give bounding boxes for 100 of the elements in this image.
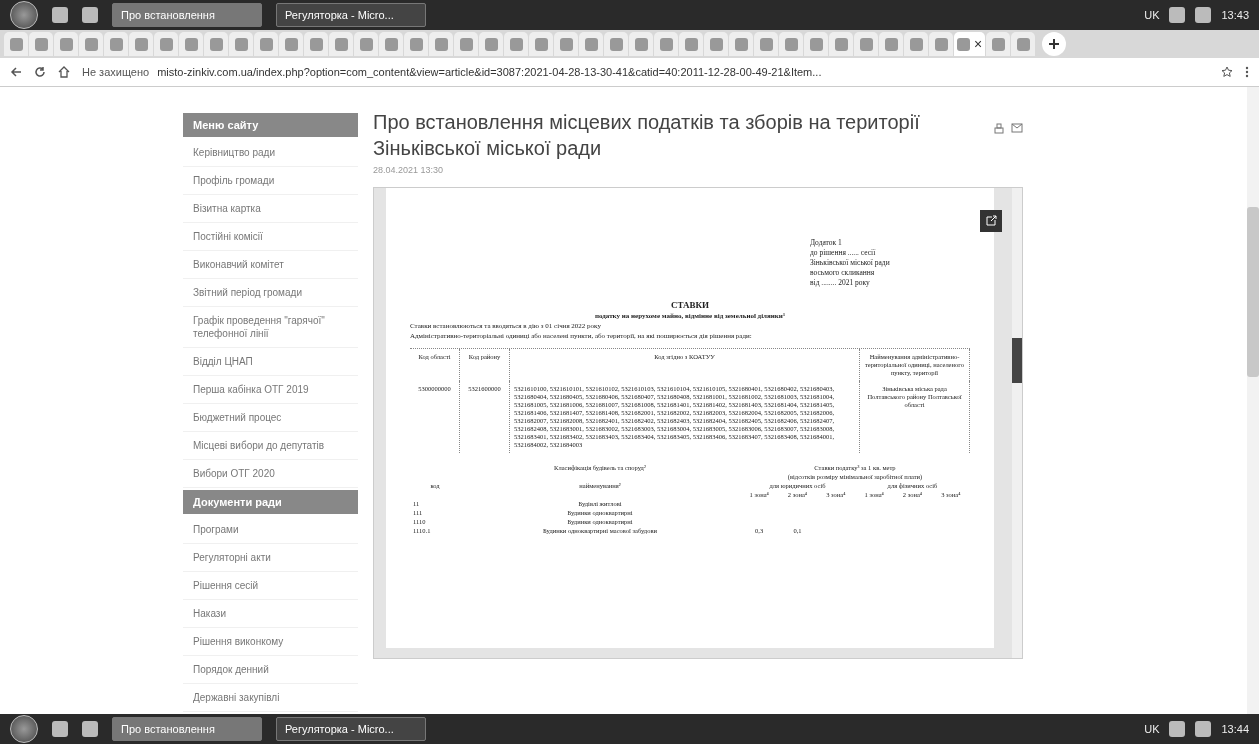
- star-icon[interactable]: [1221, 66, 1233, 78]
- sidebar-link[interactable]: Місцеві вибори до депутатів: [183, 432, 358, 460]
- favicon-icon: [684, 37, 698, 51]
- browser-tab[interactable]: [79, 32, 103, 56]
- browser-tab[interactable]: [829, 32, 853, 56]
- sidebar-link[interactable]: Профіль громади: [183, 167, 358, 195]
- browser-tab[interactable]: [104, 32, 128, 56]
- back-icon[interactable]: [10, 66, 22, 78]
- language-indicator[interactable]: UK: [1144, 9, 1160, 21]
- page-scrollbar[interactable]: [1247, 87, 1259, 714]
- browser-tab[interactable]: [754, 32, 778, 56]
- sidebar-link[interactable]: Накази: [183, 600, 358, 628]
- document-heading: СТАВКИ: [669, 300, 711, 310]
- reload-icon[interactable]: [34, 66, 46, 78]
- favicon-icon: [759, 37, 773, 51]
- tray-icon[interactable]: [1169, 721, 1186, 737]
- sidebar-link[interactable]: Перша кабінка ОТГ 2019: [183, 376, 358, 404]
- taskbar-window-button[interactable]: Регуляторка - Micro...: [276, 717, 426, 741]
- sidebar-link[interactable]: Візитна картка: [183, 195, 358, 223]
- clock[interactable]: 13:43: [1221, 9, 1249, 21]
- sidebar-link[interactable]: Бюджетний процес: [183, 404, 358, 432]
- taskbar-window-button[interactable]: Регуляторка - Micro...: [276, 3, 426, 27]
- expand-icon[interactable]: [980, 210, 1002, 232]
- browser-tab[interactable]: [304, 32, 328, 56]
- browser-tab[interactable]: [454, 32, 478, 56]
- browser-tab[interactable]: [1011, 32, 1036, 56]
- favicon-icon: [809, 37, 823, 51]
- browser-tab[interactable]: [654, 32, 678, 56]
- browser-tab[interactable]: [429, 32, 453, 56]
- browser-tab[interactable]: [704, 32, 728, 56]
- sidebar-link[interactable]: Державні закупівлі: [183, 684, 358, 712]
- browser-tab[interactable]: [179, 32, 203, 56]
- browser-tab[interactable]: [729, 32, 753, 56]
- browser-tab[interactable]: [404, 32, 428, 56]
- print-icon[interactable]: [993, 123, 1005, 135]
- start-button[interactable]: [10, 715, 38, 743]
- browser-tab[interactable]: [986, 32, 1011, 56]
- tray-icon[interactable]: [1195, 721, 1212, 737]
- favicon-icon: [9, 37, 23, 51]
- browser-tab[interactable]: [229, 32, 253, 56]
- browser-tab[interactable]: [54, 32, 78, 56]
- sidebar-link[interactable]: Вибори ОТГ 2020: [183, 460, 358, 488]
- menu-icon[interactable]: [1245, 66, 1249, 78]
- sidebar-link[interactable]: Відділ ЦНАП: [183, 348, 358, 376]
- browser-tab[interactable]: [554, 32, 578, 56]
- browser-tab[interactable]: [254, 32, 278, 56]
- browser-tab[interactable]: [479, 32, 503, 56]
- favicon-icon: [784, 37, 798, 51]
- browser-tab[interactable]: [354, 32, 378, 56]
- home-icon[interactable]: [58, 66, 70, 78]
- taskbar-window-button[interactable]: Про встановлення: [112, 717, 262, 741]
- sidebar-link[interactable]: Виконавчий комітет: [183, 251, 358, 279]
- language-indicator[interactable]: UK: [1144, 723, 1160, 735]
- sidebar-link[interactable]: Звітний період громади: [183, 279, 358, 307]
- close-icon[interactable]: ×: [974, 36, 983, 52]
- browser-tab[interactable]: [629, 32, 653, 56]
- browser-tab[interactable]: [529, 32, 553, 56]
- favicon-icon: [934, 37, 948, 51]
- scrollbar[interactable]: [1012, 188, 1022, 658]
- clock[interactable]: 13:44: [1221, 723, 1249, 735]
- browser-tab[interactable]: [204, 32, 228, 56]
- sidebar-link[interactable]: Рішення сесій: [183, 572, 358, 600]
- favicon-icon: [584, 37, 598, 51]
- sidebar-link[interactable]: Програми: [183, 516, 358, 544]
- email-icon[interactable]: [1011, 123, 1023, 135]
- sidebar-link[interactable]: Рішення виконкому: [183, 628, 358, 656]
- security-indicator[interactable]: Не захищено: [82, 66, 150, 78]
- new-tab-button[interactable]: [1042, 32, 1067, 56]
- browser-tab[interactable]: [854, 32, 878, 56]
- browser-tab[interactable]: [154, 32, 178, 56]
- browser-tab[interactable]: [904, 32, 928, 56]
- browser-tab[interactable]: [804, 32, 828, 56]
- sidebar-link[interactable]: Керівництво ради: [183, 139, 358, 167]
- browser-tab[interactable]: ×: [954, 32, 986, 56]
- start-button[interactable]: [10, 1, 38, 29]
- sidebar-link[interactable]: Порядок денний: [183, 656, 358, 684]
- taskbar-window-button[interactable]: Про встановлення: [112, 3, 262, 27]
- browser-tab[interactable]: [129, 32, 153, 56]
- tray-icon[interactable]: [1195, 7, 1212, 23]
- sidebar-link[interactable]: Графік проведення "гарячої" телефонної лінії: [183, 307, 358, 348]
- plus-icon: [1048, 38, 1061, 50]
- browser-tab[interactable]: [679, 32, 703, 56]
- tray-icon[interactable]: [1169, 7, 1186, 23]
- browser-tab[interactable]: [604, 32, 628, 56]
- browser-tab[interactable]: [879, 32, 903, 56]
- browser-tab[interactable]: [329, 32, 353, 56]
- favicon-icon: [534, 37, 548, 51]
- favicon-icon: [384, 37, 398, 51]
- sidebar-link[interactable]: Постійні комісії: [183, 223, 358, 251]
- sidebar-link[interactable]: Регуляторні акти: [183, 544, 358, 572]
- browser-tab[interactable]: [279, 32, 303, 56]
- favicon-icon: [709, 37, 723, 51]
- browser-tab[interactable]: [504, 32, 528, 56]
- address-field[interactable]: Не захищено misto-zinkiv.com.ua/index.php?option=com_content&view=article&id=3087:2021-04-28-13-30-41&catid=40:2011-12-28-00-49-21&Item...: [82, 66, 1209, 78]
- browser-tab[interactable]: [379, 32, 403, 56]
- browser-tab[interactable]: [779, 32, 803, 56]
- favicon-icon: [284, 37, 298, 51]
- favicon-icon: [59, 37, 73, 51]
- browser-tab[interactable]: [579, 32, 603, 56]
- browser-tab[interactable]: [929, 32, 953, 56]
